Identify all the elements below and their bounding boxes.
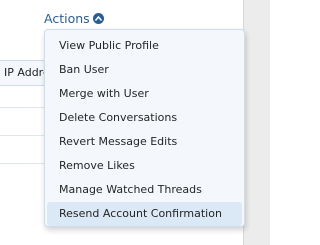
menu-item-resend-account-confirmation[interactable]: Resend Account Confirmation <box>47 202 242 226</box>
menu-item-revert-message-edits[interactable]: Revert Message Edits <box>47 130 242 154</box>
menu-item-remove-likes[interactable]: Remove Likes <box>47 154 242 178</box>
actions-dropdown-menu: View Public Profile Ban User Merge with … <box>44 29 245 227</box>
menu-item-delete-conversations[interactable]: Delete Conversations <box>47 106 242 130</box>
actions-menu-button[interactable]: Actions <box>44 9 104 27</box>
menu-item-view-public-profile[interactable]: View Public Profile <box>47 34 242 58</box>
chevron-up-icon <box>92 12 104 24</box>
menu-item-manage-watched-threads[interactable]: Manage Watched Threads <box>47 178 242 202</box>
menu-item-merge-with-user[interactable]: Merge with User <box>47 82 242 106</box>
menu-item-ban-user[interactable]: Ban User <box>47 58 242 82</box>
sidebar-edge <box>243 0 270 245</box>
actions-label: Actions <box>44 10 90 26</box>
ip-address-column-header: IP Addre <box>4 66 50 79</box>
